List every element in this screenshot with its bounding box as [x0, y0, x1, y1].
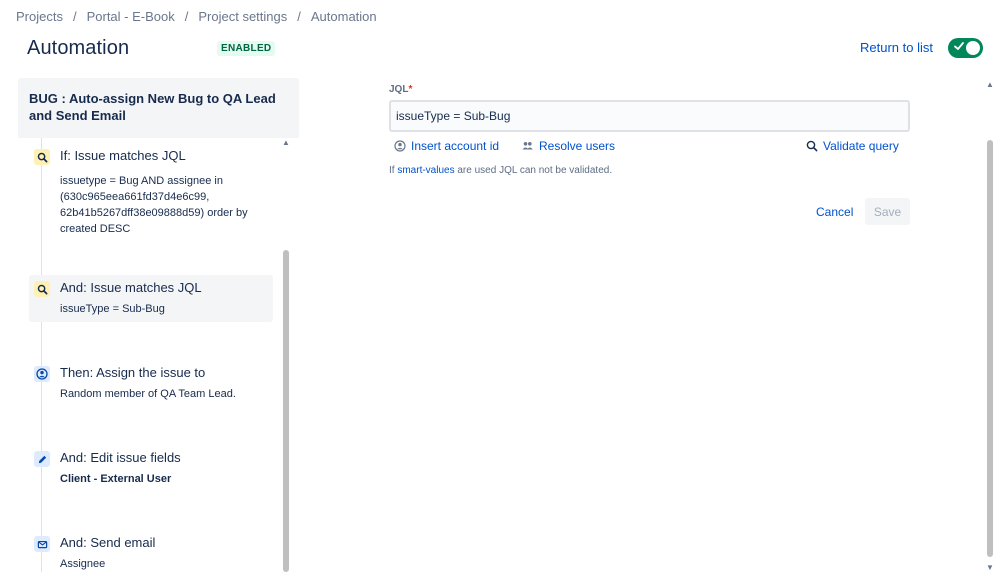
rule-list-scrollbar[interactable]: ▲	[281, 138, 291, 572]
breadcrumb-project[interactable]: Portal - E-Book	[87, 9, 175, 24]
search-icon	[806, 140, 818, 152]
component-detail: Assignee	[60, 558, 106, 570]
return-to-list-link[interactable]: Return to list	[860, 40, 933, 55]
insert-account-id-label: Insert account id	[411, 139, 500, 153]
rule-enabled-toggle[interactable]	[948, 38, 983, 58]
validate-query-label: Validate query	[823, 139, 899, 153]
rule-component-send-email[interactable]: And: Send email Assignee	[29, 530, 273, 572]
toggle-knob	[966, 41, 980, 55]
breadcrumb-projects[interactable]: Projects	[16, 9, 63, 24]
rule-component-assign-issue[interactable]: Then: Assign the issue to Random member …	[29, 360, 273, 407]
smart-values-link[interactable]: smart-values	[397, 165, 454, 176]
rule-component-edit-fields[interactable]: And: Edit issue fields Client - External…	[29, 445, 273, 492]
user-circle-icon	[394, 140, 406, 152]
breadcrumb-automation[interactable]: Automation	[311, 9, 377, 24]
breadcrumb-separator: /	[184, 9, 189, 24]
save-button[interactable]: Save	[865, 198, 910, 225]
required-mark: *	[408, 84, 413, 95]
scroll-up-arrow-icon[interactable]: ▲	[986, 80, 994, 89]
rule-component-if-jql[interactable]: If: Issue matches JQL issuetype = Bug AN…	[29, 143, 273, 243]
jql-label: JQL*	[389, 84, 413, 95]
rule-component-and-jql[interactable]: And: Issue matches JQL issueType = Sub-B…	[29, 275, 273, 322]
pencil-icon	[34, 451, 50, 467]
page-scrollbar[interactable]: ▲ ▼	[985, 80, 995, 572]
rule-panel: BUG : Auto-assign New Bug to QA Lead and…	[18, 78, 299, 572]
resolve-users-label: Resolve users	[539, 139, 616, 153]
component-detail: issueType = Sub-Bug	[60, 303, 165, 315]
component-title: And: Issue matches JQL	[60, 280, 202, 295]
component-title: Then: Assign the issue to	[60, 365, 206, 380]
scrollbar-thumb[interactable]	[283, 250, 289, 572]
component-title: And: Send email	[60, 535, 156, 550]
scroll-down-arrow-icon[interactable]: ▼	[986, 563, 994, 572]
rule-name: BUG : Auto-assign New Bug to QA Lead and…	[29, 91, 276, 123]
component-detail: Random member of QA Team Lead.	[60, 388, 236, 400]
status-badge: ENABLED	[217, 41, 276, 56]
people-icon	[522, 142, 533, 150]
component-title: And: Edit issue fields	[60, 450, 181, 465]
check-icon	[954, 42, 964, 50]
breadcrumb-separator: /	[72, 9, 77, 24]
breadcrumb-separator: /	[297, 9, 301, 24]
component-title: If: Issue matches JQL	[60, 148, 186, 163]
page-title: Automation	[27, 37, 130, 59]
scroll-up-arrow-icon[interactable]: ▲	[282, 138, 290, 147]
scrollbar-thumb[interactable]	[987, 140, 993, 557]
rule-component-list: If: Issue matches JQL issuetype = Bug AN…	[18, 138, 299, 572]
resolve-users-link[interactable]: Resolve users	[521, 139, 615, 153]
assign-user-icon	[34, 366, 50, 382]
component-detail: Client - External User	[60, 473, 172, 485]
mail-icon	[34, 536, 50, 552]
insert-account-id-link[interactable]: Insert account id	[394, 139, 499, 153]
validation-hint: If smart-values are used JQL can not be …	[389, 165, 613, 176]
search-icon	[34, 281, 50, 297]
validate-query-link[interactable]: Validate query	[806, 139, 899, 153]
breadcrumb: Projects / Portal - E-Book / Project set…	[16, 9, 377, 24]
component-detail: issuetype = Bug AND assignee in (630c965…	[60, 175, 248, 235]
breadcrumb-project-settings[interactable]: Project settings	[198, 9, 287, 24]
search-icon	[34, 149, 50, 165]
cancel-button[interactable]: Cancel	[810, 198, 859, 225]
jql-input[interactable]	[389, 100, 910, 132]
